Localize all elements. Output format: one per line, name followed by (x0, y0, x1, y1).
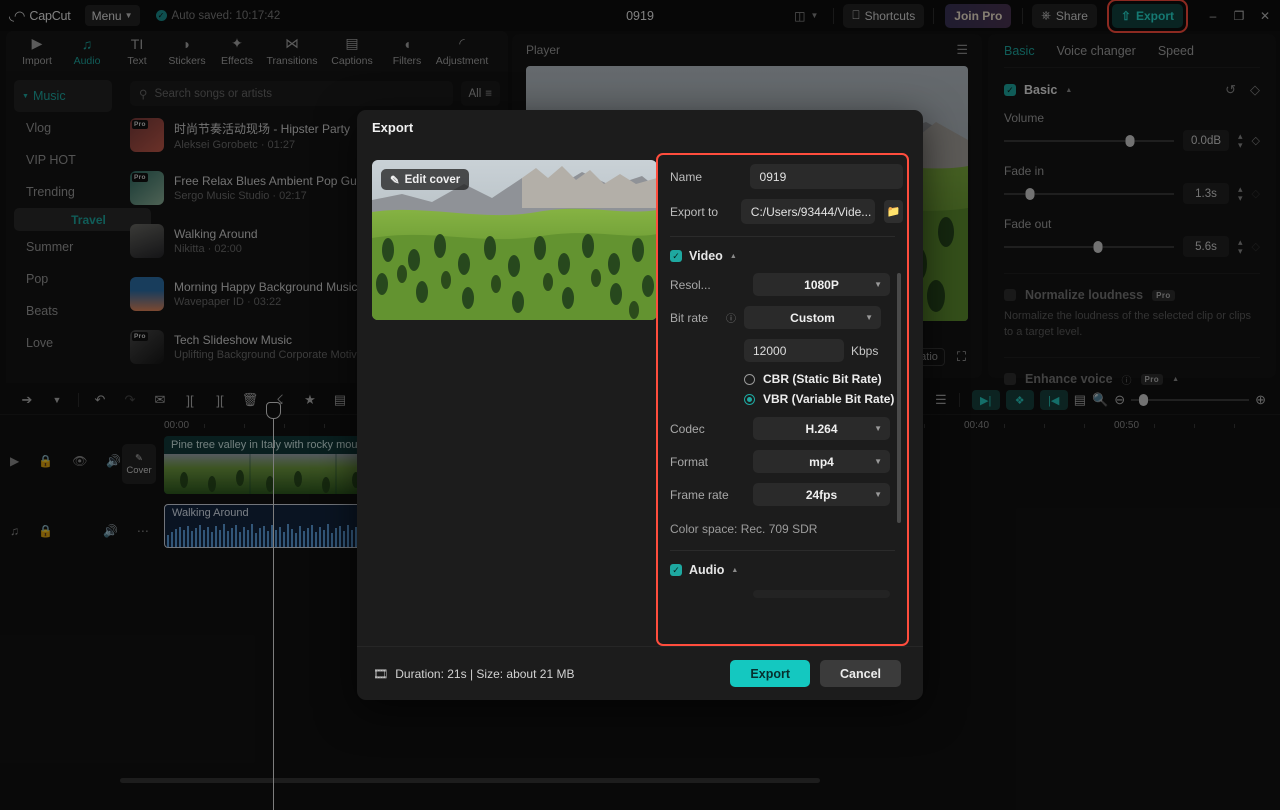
export-path-input[interactable]: C:/Users/93444/Vide... (740, 199, 875, 224)
resolution-row: Resol... 1080P ▼ (670, 273, 903, 296)
dialog-export-button[interactable]: Export (730, 660, 810, 687)
export-to-label: Export to (670, 204, 719, 219)
resolution-select[interactable]: 1080P ▼ (753, 273, 890, 296)
info-icon[interactable]: ⓘ (726, 310, 744, 325)
bitrate-value-row: 12000 Kbps (744, 339, 903, 362)
audio-setting-label (670, 587, 744, 601)
divider (670, 550, 895, 551)
framerate-select[interactable]: 24fps ▼ (753, 483, 890, 506)
edit-icon: ✎ (390, 174, 400, 187)
video-section-label: Video (689, 249, 723, 263)
chevron-down-icon: ▼ (874, 280, 882, 289)
audio-section-header: ✓ Audio ▲ (670, 563, 903, 577)
chevron-down-icon: ▼ (874, 457, 882, 466)
name-input[interactable]: 0919 (749, 164, 903, 189)
cbr-radio-row[interactable]: CBR (Static Bit Rate) (744, 372, 903, 386)
edit-cover-button[interactable]: ✎ Edit cover (381, 169, 470, 190)
name-field-row: Name 0919 (670, 164, 903, 189)
duration-info: 🎞 Duration: 21s | Size: about 21 MB (373, 667, 574, 681)
export-dialog: Export ✎ Edit cover Name 0919 Export to … (357, 110, 923, 700)
framerate-row: Frame rate 24fps ▼ (670, 483, 903, 506)
video-section-header: ✓ Video ▲ (670, 249, 903, 263)
folder-icon[interactable]: 📁 (883, 200, 903, 223)
vbr-radio[interactable] (744, 393, 755, 405)
codec-label: Codec (670, 421, 705, 436)
duration-label: Duration: 21s | Size: about 21 MB (395, 666, 575, 681)
codec-select[interactable]: H.264 ▼ (753, 417, 890, 440)
resolution-value: 1080P (804, 277, 839, 292)
framerate-label: Frame rate (670, 487, 729, 502)
audio-checkbox[interactable]: ✓ (670, 564, 682, 576)
chevron-up-icon[interactable]: ▲ (730, 253, 737, 260)
resolution-label: Resol... (670, 277, 711, 292)
settings-scrollbar[interactable] (897, 273, 901, 523)
format-label: Format (670, 454, 709, 469)
bitrate-value: Custom (790, 310, 835, 325)
codec-row: Codec H.264 ▼ (670, 417, 903, 440)
framerate-value: 24fps (805, 487, 838, 502)
chevron-down-icon: ▼ (874, 424, 882, 433)
bitrate-label: Bit rate (670, 310, 709, 325)
vbr-radio-row[interactable]: VBR (Variable Bit Rate) (744, 392, 903, 406)
dialog-footer: 🎞 Duration: 21s | Size: about 21 MB Expo… (357, 646, 923, 700)
bitrate-number-input[interactable]: 12000 (744, 339, 844, 362)
dialog-title: Export (372, 119, 414, 135)
bitrate-row: Bit rate ⓘ Custom ▼ (670, 306, 903, 329)
chevron-up-icon[interactable]: ▲ (731, 567, 738, 574)
format-value: mp4 (809, 454, 834, 469)
edit-cover-label: Edit cover (404, 173, 461, 186)
format-row: Format mp4 ▼ (670, 450, 903, 473)
vbr-label: VBR (Variable Bit Rate) (763, 392, 895, 406)
export-settings-highlight: Name 0919 Export to C:/Users/93444/Vide.… (656, 153, 909, 646)
dialog-body: ✎ Edit cover Name 0919 Export to C:/User… (357, 144, 923, 646)
cover-preview: ✎ Edit cover (372, 160, 657, 320)
chevron-down-icon: ▼ (865, 313, 873, 322)
dialog-actions: Export Cancel (730, 660, 901, 687)
cbr-radio[interactable] (744, 373, 755, 385)
bitrate-select[interactable]: Custom ▼ (744, 306, 881, 329)
dialog-preview-column: ✎ Edit cover (357, 144, 657, 646)
colorspace-label: Color space: Rec. 709 SDR (670, 522, 818, 536)
format-select[interactable]: mp4 ▼ (753, 450, 890, 473)
audio-section-label: Audio (689, 563, 725, 577)
dialog-cancel-button[interactable]: Cancel (820, 660, 901, 687)
audio-partial-row (670, 587, 903, 601)
export-to-field-row: Export to C:/Users/93444/Vide... 📁 (670, 199, 903, 224)
cbr-label: CBR (Static Bit Rate) (763, 372, 882, 386)
capcut-window: ◟◠ CapCut Menu ▼ ✓ Auto saved: 10:17:42 … (0, 0, 1280, 810)
name-label: Name (670, 169, 703, 184)
divider (670, 236, 895, 237)
chevron-down-icon: ▼ (874, 490, 882, 499)
video-checkbox[interactable]: ✓ (670, 250, 682, 262)
film-icon: 🎞 (373, 666, 389, 681)
codec-value: H.264 (805, 421, 838, 436)
bitrate-unit-label: Kbps (851, 343, 879, 358)
audio-setting-select[interactable] (753, 590, 890, 598)
